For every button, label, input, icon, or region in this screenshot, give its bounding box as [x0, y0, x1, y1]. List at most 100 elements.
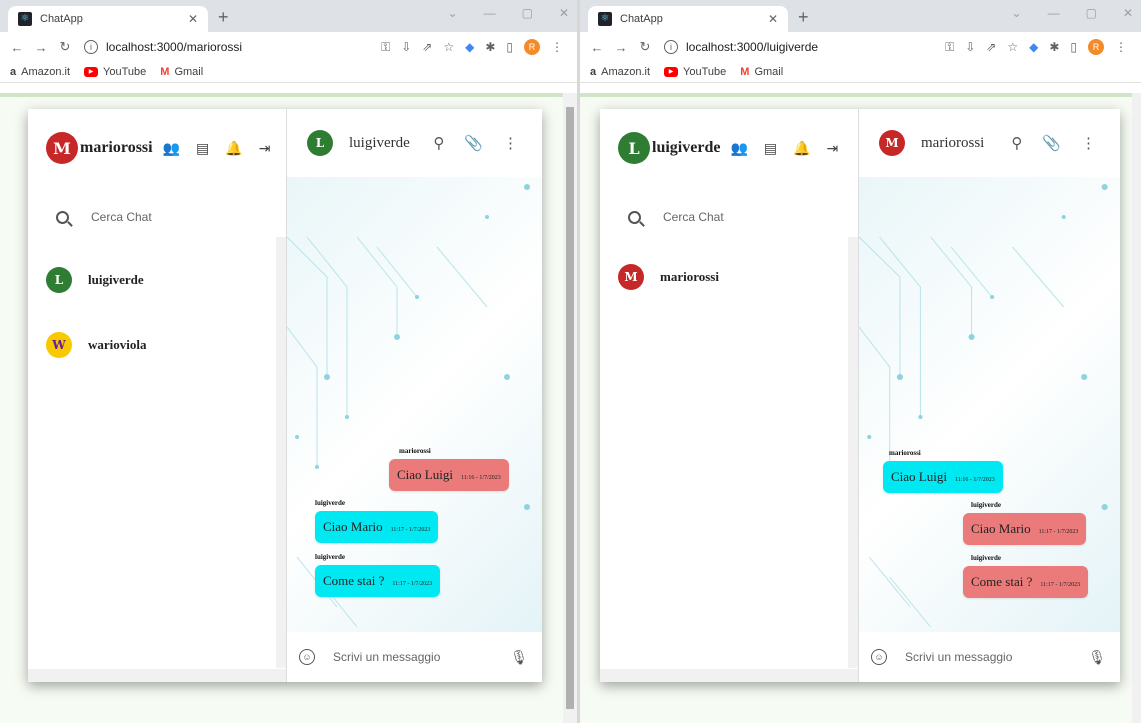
tab-strip: ⚛ ChatApp ✕ + ⌄ — ▢ ✕	[580, 0, 1141, 32]
back-icon[interactable]: ←	[588, 40, 606, 55]
microphone-icon[interactable]: 🎙	[1088, 649, 1106, 666]
chat-contact-avatar-luigi[interactable]: L	[307, 130, 333, 156]
sidebar-horizontal-scrollbar[interactable]	[28, 669, 286, 682]
message-input[interactable]: Scrivi un messaggio	[905, 650, 1012, 664]
install-icon[interactable]: ⇩	[401, 40, 411, 54]
message-bubble-received[interactable]: Ciao Mario 11:17 - 1/7/2023	[315, 511, 439, 543]
maximize-button[interactable]: ▢	[522, 6, 533, 20]
browser-window-left: ⚛ ChatApp ✕ + ⌄ — ▢ ✕ ← → ↻ i localhost:…	[0, 0, 577, 723]
address-bar[interactable]: i localhost:3000/mariorossi	[84, 36, 381, 58]
more-options-icon[interactable]: ⋮	[503, 134, 518, 152]
browser-tab[interactable]: ⚛ ChatApp ✕	[588, 6, 788, 32]
user-avatar-mario[interactable]: M	[46, 132, 78, 164]
profile-avatar[interactable]: R	[524, 39, 540, 55]
close-window-button[interactable]: ✕	[559, 6, 569, 20]
bookmark-gmail[interactable]: M Gmail	[740, 66, 783, 78]
site-info-icon[interactable]: i	[664, 40, 678, 54]
emoji-icon[interactable]: ☺	[299, 649, 315, 665]
page-scrollbar[interactable]	[1132, 93, 1141, 723]
user-avatar-luigi[interactable]: L	[618, 132, 650, 164]
group-icon[interactable]: 👥	[163, 140, 180, 157]
browser-window-right: ⚛ ChatApp ✕ + ⌄ — ▢ ✕ ← → ↻ i localhost:…	[580, 0, 1141, 723]
bookmark-gmail[interactable]: M Gmail	[160, 66, 203, 78]
microphone-icon[interactable]: 🎙	[510, 649, 528, 666]
key-icon[interactable]: ⚿	[381, 40, 390, 55]
key-icon[interactable]: ⚿	[945, 40, 954, 55]
close-tab-icon[interactable]: ✕	[188, 12, 198, 26]
bookmark-youtube[interactable]: ▶ YouTube	[664, 66, 726, 78]
menu-icon[interactable]: ⋮	[551, 40, 563, 54]
contact-item-warioviola[interactable]: W warioviola	[28, 312, 286, 377]
more-options-icon[interactable]: ⋮	[1081, 134, 1096, 152]
share-icon[interactable]: ⇗	[422, 40, 432, 54]
tab-search-icon[interactable]: ⌄	[448, 6, 458, 20]
share-icon[interactable]: ⇗	[986, 40, 996, 54]
chat-contact-avatar-mario[interactable]: M	[879, 130, 905, 156]
tab-search-icon[interactable]: ⌄	[1012, 6, 1022, 20]
bookmarks-bar: a Amazon.it ▶ YouTube M Gmail	[0, 62, 577, 83]
extensions-icon[interactable]: ✱	[485, 40, 495, 54]
install-icon[interactable]: ⇩	[965, 40, 975, 54]
reload-icon[interactable]: ↻	[56, 39, 74, 55]
site-info-icon[interactable]: i	[84, 40, 98, 54]
forward-icon[interactable]: →	[612, 40, 630, 55]
message-bubble-sent[interactable]: Come stai ? 11:17 - 1/7/2023	[963, 566, 1089, 598]
profile-avatar[interactable]: R	[1088, 39, 1104, 55]
attach-icon[interactable]: 📎	[464, 134, 483, 152]
translate-extension-icon[interactable]: ◆	[465, 40, 474, 54]
logout-icon[interactable]: ⇥	[259, 140, 271, 157]
bookmark-star-icon[interactable]: ☆	[443, 40, 454, 54]
side-panel-icon[interactable]: ▯	[506, 40, 513, 54]
chat-panel: M mariorossi ⚲ 📎 ⋮ mariorossi Ciao Luigi…	[859, 109, 1120, 682]
side-panel-icon[interactable]: ▯	[1070, 40, 1077, 54]
contact-item-luigiverde[interactable]: L luigiverde	[28, 247, 286, 312]
message-composer: ☺ Scrivi un messaggio 🎙	[287, 632, 542, 682]
chat-icon[interactable]: ▤	[764, 140, 777, 157]
page-scrollbar[interactable]	[563, 93, 577, 723]
logout-icon[interactable]: ⇥	[827, 140, 839, 157]
message-bubble-sent[interactable]: Ciao Luigi 11:16 - 1/7/2023	[389, 459, 509, 491]
back-icon[interactable]: ←	[8, 40, 26, 55]
browser-tab[interactable]: ⚛ ChatApp ✕	[8, 6, 208, 32]
bookmark-amazon[interactable]: a Amazon.it	[10, 66, 70, 78]
url-text: localhost:3000/mariorossi	[106, 40, 243, 54]
search-messages-icon[interactable]: ⚲	[433, 134, 444, 152]
new-tab-button[interactable]: +	[798, 7, 809, 28]
reload-icon[interactable]: ↻	[636, 39, 654, 55]
new-tab-button[interactable]: +	[218, 7, 229, 28]
bookmark-amazon[interactable]: a Amazon.it	[590, 66, 650, 78]
bookmark-youtube[interactable]: ▶ YouTube	[84, 66, 146, 78]
maximize-button[interactable]: ▢	[1086, 6, 1097, 20]
search-chat[interactable]: Cerca Chat	[600, 187, 858, 247]
contact-item-mariorossi[interactable]: M mariorossi	[600, 247, 858, 307]
attach-icon[interactable]: 📎	[1042, 134, 1061, 152]
close-tab-icon[interactable]: ✕	[768, 12, 778, 26]
extensions-icon[interactable]: ✱	[1049, 40, 1059, 54]
chat-icon[interactable]: ▤	[196, 140, 209, 157]
message-composer: ☺ Scrivi un messaggio 🎙	[859, 632, 1120, 682]
react-icon: ⚛	[18, 12, 32, 26]
chat-app: M mariorossi 👥 ▤ 🔔 ⇥ Cerca Chat L luigiv…	[28, 109, 542, 682]
message-bubble-sent[interactable]: Ciao Mario 11:17 - 1/7/2023	[963, 513, 1087, 545]
sidebar-scrollbar[interactable]	[276, 237, 286, 668]
search-messages-icon[interactable]: ⚲	[1011, 134, 1022, 152]
minimize-button[interactable]: —	[484, 6, 496, 20]
address-bar[interactable]: i localhost:3000/luigiverde	[664, 36, 945, 58]
sidebar-horizontal-scrollbar[interactable]	[600, 669, 858, 682]
notifications-icon[interactable]: 🔔	[225, 140, 242, 157]
sidebar-scrollbar[interactable]	[848, 237, 858, 668]
emoji-icon[interactable]: ☺	[871, 649, 887, 665]
message-input[interactable]: Scrivi un messaggio	[333, 650, 440, 664]
menu-icon[interactable]: ⋮	[1115, 40, 1127, 54]
group-icon[interactable]: 👥	[730, 140, 747, 157]
close-window-button[interactable]: ✕	[1123, 6, 1133, 20]
bookmark-star-icon[interactable]: ☆	[1007, 40, 1018, 54]
notifications-icon[interactable]: 🔔	[793, 140, 810, 157]
minimize-button[interactable]: —	[1048, 6, 1060, 20]
message-bubble-received[interactable]: Come stai ? 11:17 - 1/7/2023	[315, 565, 441, 597]
message-bubble-received[interactable]: Ciao Luigi 11:16 - 1/7/2023	[883, 461, 1003, 493]
search-chat[interactable]: Cerca Chat	[28, 187, 286, 247]
forward-icon[interactable]: →	[32, 40, 50, 55]
search-icon	[628, 210, 641, 224]
translate-extension-icon[interactable]: ◆	[1029, 40, 1038, 54]
